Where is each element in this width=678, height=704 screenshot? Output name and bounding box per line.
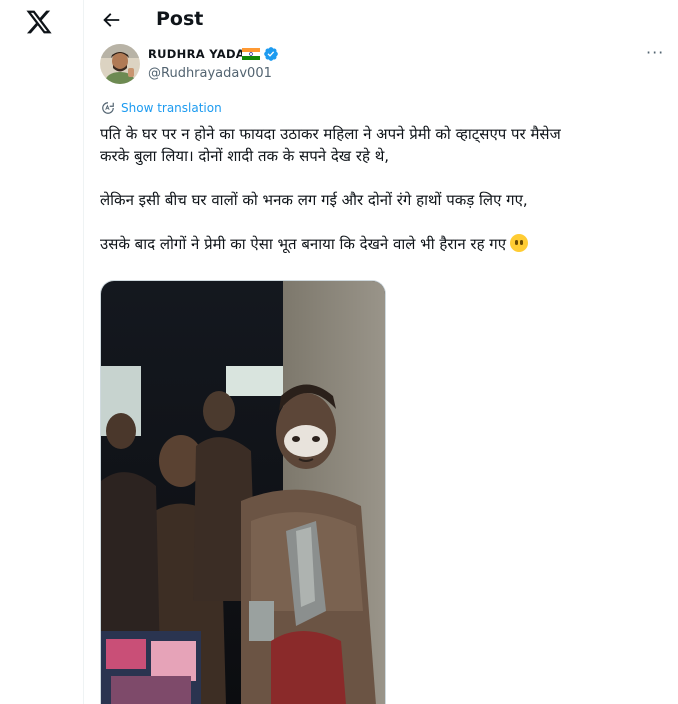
- more-options-button[interactable]: ···: [646, 45, 664, 61]
- author-name[interactable]: RUDHRA YADAV: [148, 47, 253, 61]
- tweet-line: पति के घर पर न होने का फायदा उठाकर महिला…: [100, 125, 561, 143]
- show-translation-label: Show translation: [121, 101, 222, 115]
- post-header: Post: [85, 0, 678, 40]
- tweet-line: उसके बाद लोगों ने प्रेमी का ऐसा भूत बनाय…: [100, 233, 660, 255]
- verified-badge-icon[interactable]: [263, 46, 279, 62]
- avatar[interactable]: [100, 44, 140, 84]
- show-translation-link[interactable]: Show translation: [101, 101, 222, 115]
- tweet-line: लेकिन इसी बीच घर वालों को भनक लग गई और द…: [100, 191, 528, 209]
- page-title: Post: [156, 8, 204, 30]
- tweet-photo[interactable]: [100, 280, 386, 704]
- india-flag-icon: [242, 48, 260, 60]
- tweet-line: करके बुला लिया। दोनों शादी तक के सपने दे…: [100, 147, 390, 165]
- tweet-line-text: उसके बाद लोगों ने प्रेमी का ऐसा भूत बनाय…: [100, 235, 507, 253]
- arrow-left-icon[interactable]: [100, 9, 122, 31]
- face-without-mouth-emoji: [510, 234, 529, 252]
- translate-icon: [102, 102, 114, 114]
- x-logo-icon[interactable]: [25, 8, 53, 36]
- author-handle[interactable]: @Rudhrayadav001: [148, 66, 272, 81]
- tweet-photo-image: [101, 281, 385, 704]
- tweet-text: पति के घर पर न होने का फायदा उठाकर महिला…: [100, 123, 660, 255]
- left-nav-rail: [0, 0, 84, 704]
